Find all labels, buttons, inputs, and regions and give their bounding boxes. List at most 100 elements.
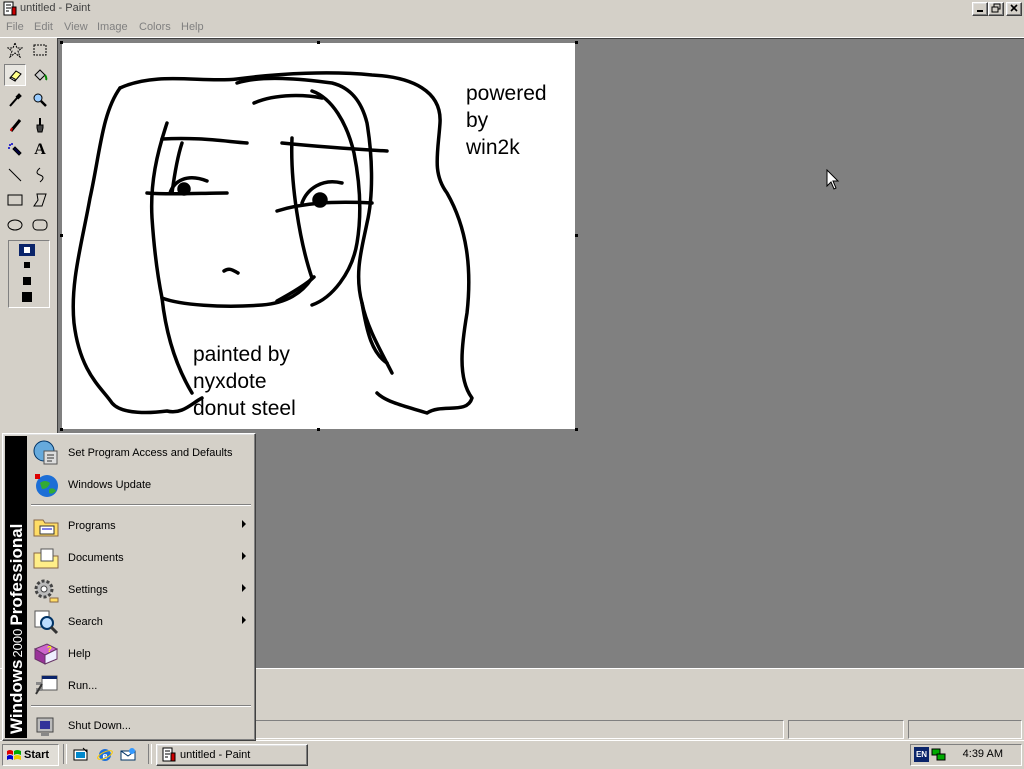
start-item-set-program-access[interactable]: Set Program Access and Defaults [30, 437, 252, 469]
run-icon [32, 672, 60, 700]
status-coordinates [788, 720, 904, 739]
minimize-button[interactable] [972, 2, 988, 16]
resize-handle-tr [575, 41, 578, 44]
restore-button[interactable] [988, 2, 1004, 16]
tool-rectangle[interactable] [4, 189, 26, 211]
start-menu-banner: Windows 2000 Professional [5, 436, 27, 738]
window-title: untitled - Paint [20, 2, 91, 14]
tool-free-form-select[interactable] [4, 39, 26, 61]
banner-windows: Windows [7, 660, 26, 734]
taskbar-divider [63, 744, 67, 764]
start-label: Start [24, 749, 50, 761]
outlook-express-icon[interactable] [120, 747, 136, 763]
star-select-icon [7, 42, 23, 58]
eraser-size-xlarge[interactable] [22, 292, 32, 302]
tool-text[interactable]: A [29, 139, 51, 161]
menu-colors[interactable]: Colors [139, 21, 171, 33]
resize-handle-l [60, 234, 63, 237]
resize-handle-br[interactable] [575, 428, 578, 431]
taskbar-button-paint[interactable]: untitled - Paint [156, 744, 308, 766]
menu-view[interactable]: View [64, 21, 88, 33]
title-bar[interactable]: untitled - Paint [0, 0, 1024, 18]
taskbar-button-label: untitled - Paint [180, 749, 251, 761]
menu-edit[interactable]: Edit [34, 21, 53, 33]
submenu-arrow-icon [242, 616, 246, 624]
help-book-icon: ? [32, 640, 60, 668]
start-item-settings[interactable]: Settings [30, 574, 252, 606]
tool-curve[interactable] [29, 164, 51, 186]
clock[interactable]: 4:39 AM [963, 748, 1003, 760]
resize-handle-r[interactable] [575, 234, 578, 237]
menu-help[interactable]: Help [181, 21, 204, 33]
submenu-arrow-icon [242, 584, 246, 592]
system-tray: EN 4:39 AM [910, 744, 1022, 766]
eraser-size-small[interactable] [19, 244, 35, 256]
paint-app-icon [2, 1, 18, 17]
tool-rounded-rectangle[interactable] [29, 214, 51, 236]
start-item-run[interactable]: Run... [30, 670, 252, 702]
windows-update-globe-icon [32, 471, 60, 499]
eraser-size-large[interactable] [23, 277, 31, 285]
tool-airbrush[interactable] [4, 139, 26, 161]
tool-polygon[interactable] [29, 189, 51, 211]
documents-folder-icon [32, 544, 60, 572]
language-indicator[interactable]: EN [914, 747, 929, 762]
tool-pencil[interactable] [4, 114, 26, 136]
menu-image[interactable]: Image [97, 21, 128, 33]
start-item-shut-down[interactable]: Shut Down... [30, 710, 252, 742]
rect-select-icon [33, 44, 47, 56]
start-item-programs[interactable]: Programs [30, 510, 252, 542]
menu-bar: File Edit View Image Colors Help [0, 18, 1024, 38]
text-icon: A [34, 141, 46, 158]
taskbar-divider [148, 744, 152, 764]
minimize-icon [977, 10, 983, 12]
resize-handle-bl [60, 428, 63, 431]
eraser-icon [9, 70, 22, 82]
settings-gear-icon [32, 576, 60, 604]
eyedropper-icon [9, 93, 22, 107]
painted-by-text: painted by nyxdote donut steel [193, 343, 296, 420]
resize-handle-b[interactable] [317, 428, 320, 431]
tool-pick-color[interactable] [4, 89, 26, 111]
drawing-canvas[interactable]: powered by win2k painted by nyxdote donu… [62, 43, 575, 429]
paint-bucket-icon [34, 69, 48, 81]
close-icon [1010, 4, 1018, 12]
windows-2000-professional-banner: Windows 2000 Professional [5, 436, 27, 736]
submenu-arrow-icon [242, 520, 246, 528]
mouse-pointer-icon [826, 169, 840, 190]
start-button[interactable]: Start [2, 744, 59, 766]
airbrush-icon [8, 143, 22, 156]
search-magnifier-icon [32, 608, 60, 636]
start-item-help[interactable]: ? Help [30, 638, 252, 670]
svg-text:?: ? [47, 645, 52, 654]
menu-file[interactable]: File [6, 21, 24, 33]
resize-handle-t [317, 41, 320, 44]
start-item-search[interactable]: Search [30, 606, 252, 638]
tool-line[interactable] [4, 164, 26, 186]
internet-explorer-icon[interactable]: e [97, 747, 113, 763]
start-menu-separator [31, 504, 251, 506]
paint-app-icon [162, 747, 176, 762]
programs-folder-icon [32, 512, 60, 540]
start-menu: Windows 2000 Professional Set Program Acce… [2, 433, 256, 741]
start-item-windows-update[interactable]: Windows Update [30, 469, 252, 501]
tool-brush[interactable] [29, 114, 51, 136]
tool-fill[interactable] [29, 64, 51, 86]
tool-magnifier[interactable] [29, 89, 51, 111]
tool-eraser[interactable] [4, 64, 26, 86]
tool-ellipse[interactable] [4, 214, 26, 236]
pencil-icon [9, 119, 22, 132]
close-button[interactable] [1006, 2, 1022, 16]
banner-edition: Professional [7, 524, 26, 626]
ellipse-icon [7, 219, 23, 231]
tool-select[interactable] [29, 39, 51, 61]
line-icon [8, 168, 22, 182]
tool-options-box [8, 240, 50, 308]
taskbar: Start e untitled - Paint EN 4:39 AM [0, 740, 1024, 769]
network-icon[interactable] [931, 747, 947, 762]
windows-flag-icon [7, 750, 21, 760]
rectangle-icon [7, 194, 23, 206]
start-item-documents[interactable]: Documents [30, 542, 252, 574]
eraser-size-medium[interactable] [24, 262, 30, 268]
show-desktop-icon[interactable] [73, 747, 89, 763]
